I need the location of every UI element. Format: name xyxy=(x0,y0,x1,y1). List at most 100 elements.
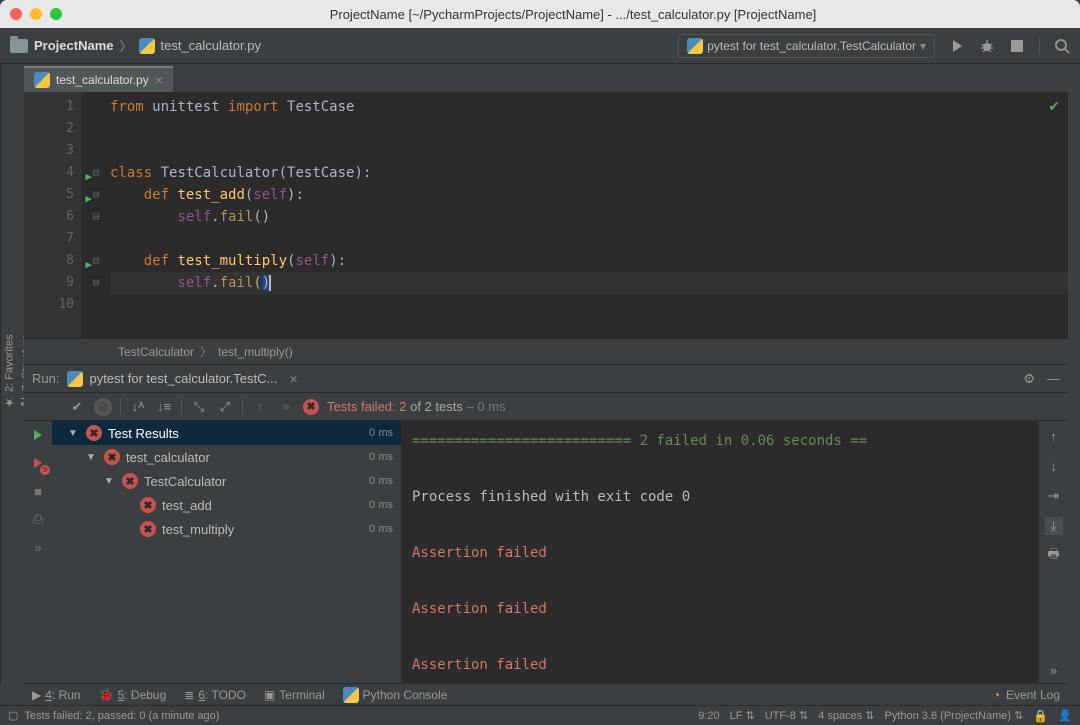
settings-icon[interactable]: ⚙ xyxy=(1023,371,1035,387)
code-editor[interactable]: ✔ 1 2 3 4▶ 5▶ 6 7 8▶ 9 10 ⊟⊟⊟ ⊟⊟ from un… xyxy=(24,92,1068,338)
fail-icon: ✖ xyxy=(140,497,156,513)
status-line-sep[interactable]: LF ⇅ xyxy=(730,709,755,722)
bottom-tool-strip: ▶ 4: Run 🐞 5: Debug ≣ 6: TODO ▣ Terminal… xyxy=(24,683,1068,705)
editor-tab[interactable]: test_calculator.py × xyxy=(24,66,173,92)
tree-label: TestCalculator xyxy=(144,474,226,489)
separator xyxy=(1039,38,1040,54)
status-message: Tests failed: 2, passed: 0 (a minute ago… xyxy=(24,710,219,722)
run-config-label: pytest for test_calculator.TestCalculato… xyxy=(707,39,916,53)
run-line-marker[interactable]: ▶ xyxy=(85,188,92,210)
close-window-button[interactable] xyxy=(10,8,22,20)
export-results-button[interactable]: ⎙ xyxy=(30,511,46,527)
search-button[interactable] xyxy=(1054,38,1070,54)
lock-icon[interactable]: 🔒 xyxy=(1033,709,1048,723)
minimize-panel-icon[interactable]: — xyxy=(1047,371,1060,387)
run-header: Run: pytest for test_calculator.TestC...… xyxy=(24,365,1068,393)
run-line-marker[interactable]: ▶ xyxy=(85,166,92,188)
breadcrumb-file[interactable]: test_calculator.py xyxy=(161,38,261,53)
run-toolbar: ✔ ⊘ ↓ᴬ ↓≡ ⤡ ⤢ ↑ » ✖ Tests failed: 2 of 2… xyxy=(24,393,1068,421)
fold-gutter: ⊟⊟⊟ ⊟⊟ xyxy=(82,92,110,338)
tool-debug[interactable]: 🐞 5: Debug xyxy=(99,688,167,702)
rerun-failed-button[interactable]: 9 xyxy=(30,455,46,471)
console-side-toolbar: ↑ ↓ ⇥ ⤓ 🖶 » xyxy=(1038,421,1068,685)
zoom-window-button[interactable] xyxy=(50,8,62,20)
status-encoding[interactable]: UTF-8 ⇅ xyxy=(765,709,808,722)
line-number-gutter: 1 2 3 4▶ 5▶ 6 7 8▶ 9 10 xyxy=(24,92,82,338)
stop-button[interactable] xyxy=(1009,38,1025,54)
code-content[interactable]: from unittest import TestCase class Test… xyxy=(110,92,1068,338)
console-line xyxy=(412,567,1028,595)
run-config-name[interactable]: pytest for test_calculator.TestC... xyxy=(67,371,277,387)
soft-wrap-icon[interactable]: ⇥ xyxy=(1045,487,1063,505)
tool-favorites[interactable]: ★ 2: Favorites xyxy=(1,328,18,414)
tool-run[interactable]: ▶ 4: Run xyxy=(32,688,81,702)
scroll-down-icon[interactable]: ↓ xyxy=(1045,457,1063,475)
left-tool-gutter: ★ 2: Favorites ⎇ 7: Structure ■ 1: Proje… xyxy=(0,64,24,685)
test-console[interactable]: ========================== 2 failed in 0… xyxy=(402,421,1038,685)
run-button[interactable] xyxy=(949,38,965,54)
fail-icon: ✖ xyxy=(122,473,138,489)
tool-terminal[interactable]: ▣ Terminal xyxy=(264,688,325,702)
next-failed-icon[interactable]: » xyxy=(277,398,295,416)
fail-badge-icon: ✖ xyxy=(303,399,319,415)
close-tab-icon[interactable]: × xyxy=(155,72,163,88)
test-tree[interactable]: ▼✖Test Results0 ms▼✖test_calculator0 ms▼… xyxy=(52,421,402,685)
window-title: ProjectName [~/PycharmProjects/ProjectNa… xyxy=(76,7,1070,22)
tool-event-log[interactable]: Event Log xyxy=(1006,688,1060,702)
console-line: Assertion failed xyxy=(412,539,1028,567)
test-tree-row[interactable]: ▼✖Test Results0 ms xyxy=(52,421,401,445)
status-caret-pos[interactable]: 9:20 xyxy=(698,710,719,722)
status-sdk[interactable]: Python 3.6 (ProjectName) ⇅ xyxy=(885,709,1024,722)
fail-icon: ✖ xyxy=(86,425,102,441)
breadcrumb[interactable]: ProjectName 〉 test_calculator.py xyxy=(10,36,261,55)
console-line: Process finished with exit code 0 xyxy=(412,483,1028,511)
more-icon[interactable]: » xyxy=(1045,661,1063,679)
show-passed-icon[interactable]: ✔ xyxy=(68,398,86,416)
tab-label: test_calculator.py xyxy=(56,73,149,87)
code-breadcrumb[interactable]: TestCalculator 〉 test_multiply() xyxy=(24,338,1068,364)
expand-all-icon[interactable]: ⤡ xyxy=(190,398,208,416)
folder-icon xyxy=(10,39,28,53)
more-button[interactable]: » xyxy=(30,539,46,555)
status-border-icon[interactable]: ▢ xyxy=(8,709,18,722)
tree-time: 0 ms xyxy=(369,427,393,439)
test-tree-row[interactable]: ▼✖test_calculator0 ms xyxy=(52,445,401,469)
tool-python-console[interactable]: Python Console xyxy=(343,687,448,703)
fail-icon: ✖ xyxy=(104,449,120,465)
separator xyxy=(242,399,243,415)
collapse-all-icon[interactable]: ⤢ xyxy=(216,398,234,416)
show-ignored-icon[interactable]: ⊘ xyxy=(94,398,112,416)
test-tree-row[interactable]: ✖test_add0 ms xyxy=(52,493,401,517)
separator xyxy=(120,399,121,415)
close-tab-icon[interactable]: × xyxy=(289,371,297,387)
test-tree-row[interactable]: ✖test_multiply0 ms xyxy=(52,517,401,541)
run-line-marker[interactable]: ▶ xyxy=(85,254,92,276)
python-file-icon xyxy=(139,38,155,54)
toolbar-actions xyxy=(949,38,1070,54)
scroll-to-end-icon[interactable]: ⤓ xyxy=(1045,517,1063,535)
pytest-icon xyxy=(687,38,703,54)
hector-icon[interactable]: 👤 xyxy=(1058,709,1072,722)
rerun-button[interactable] xyxy=(30,427,46,443)
scroll-up-icon[interactable]: ↑ xyxy=(1045,427,1063,445)
prev-failed-icon[interactable]: ↑ xyxy=(251,398,269,416)
window-titlebar: ProjectName [~/PycharmProjects/ProjectNa… xyxy=(0,0,1080,28)
toggle-auto-test-button[interactable]: ■ xyxy=(30,483,46,499)
debug-button[interactable] xyxy=(979,38,995,54)
minimize-window-button[interactable] xyxy=(30,8,42,20)
tree-time: 0 ms xyxy=(369,475,393,487)
run-config-selector[interactable]: pytest for test_calculator.TestCalculato… xyxy=(678,34,935,58)
python-icon xyxy=(343,687,359,703)
test-tree-row[interactable]: ▼✖TestCalculator0 ms xyxy=(52,469,401,493)
chevron-right-icon: 〉 xyxy=(119,36,132,55)
console-line: ========================== 2 failed in 0… xyxy=(412,427,1028,455)
tree-time: 0 ms xyxy=(369,451,393,463)
print-icon[interactable]: 🖶 xyxy=(1045,547,1063,565)
breadcrumb-project[interactable]: ProjectName xyxy=(34,38,113,53)
sort-alpha-icon[interactable]: ↓ᴬ xyxy=(129,398,147,416)
sort-duration-icon[interactable]: ↓≡ xyxy=(155,398,173,416)
tool-todo[interactable]: ≣ 6: TODO xyxy=(184,688,246,702)
tree-time: 0 ms xyxy=(369,499,393,511)
pytest-icon xyxy=(67,371,83,387)
status-indent[interactable]: 4 spaces ⇅ xyxy=(818,709,874,722)
